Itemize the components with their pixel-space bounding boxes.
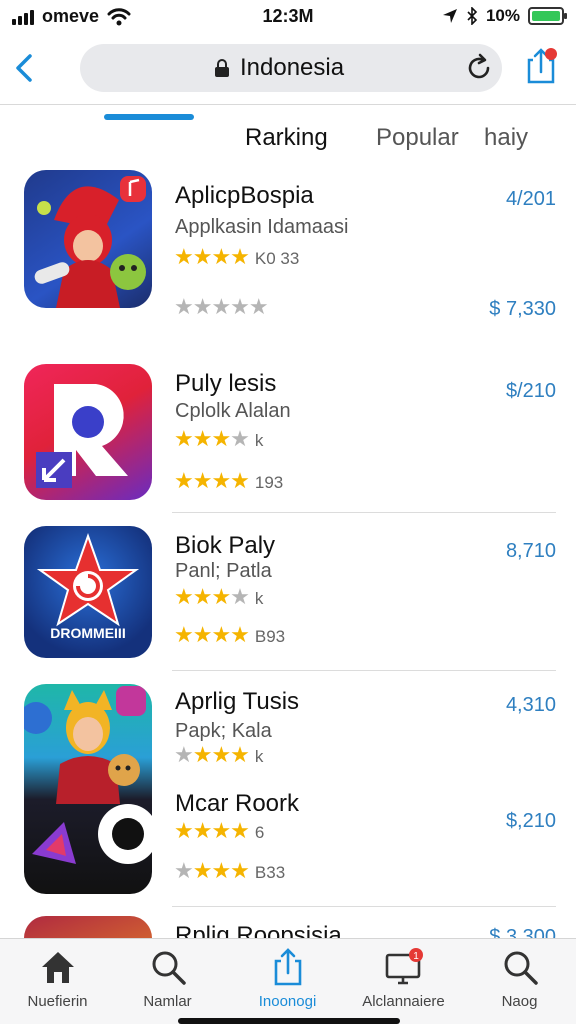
rating-stars: ★★★★ 6 xyxy=(174,818,265,843)
battery-percent: 10% xyxy=(485,6,520,25)
rating-stars: ★★★★ k xyxy=(174,584,264,609)
app-subtitle: Applkasin Idamaasi xyxy=(175,216,349,238)
lock-icon xyxy=(215,59,229,77)
tab-popular[interactable]: Popular xyxy=(376,124,459,152)
app-icon-label: DROMMEIII xyxy=(50,625,125,641)
row-divider xyxy=(172,906,556,907)
row-divider xyxy=(172,670,556,671)
tabbar-item-share[interactable]: Inoonogi xyxy=(230,947,345,1010)
app-subtitle: Cplolk Alalan xyxy=(175,400,291,422)
rating-count: K0 33 xyxy=(254,249,300,268)
rating-stars: ★★★★★ xyxy=(174,294,269,319)
battery-icon xyxy=(528,7,567,25)
rating-count: k xyxy=(254,589,264,608)
app-price: 4/201 xyxy=(505,188,556,210)
tabbar-label: Namlar xyxy=(143,993,192,1010)
app-price-secondary: $ 7,330 xyxy=(489,298,556,320)
rating-count: k xyxy=(254,747,264,766)
rating-stars: ★★★★ B93 xyxy=(174,622,286,647)
app-price: $,210 xyxy=(505,810,556,832)
tab-other[interactable]: haiy xyxy=(484,124,528,152)
app-name: Biok Paly xyxy=(175,532,276,559)
share-icon xyxy=(274,948,301,986)
app-price: $/210 xyxy=(505,380,556,402)
address-search-bar[interactable]: Indonesia xyxy=(80,44,502,92)
home-indicator xyxy=(178,1018,400,1024)
back-chevron-icon[interactable] xyxy=(10,48,40,88)
app-name: Puly lesis xyxy=(175,370,277,397)
header-divider xyxy=(0,104,576,105)
tabbar-label: Alclannaiere xyxy=(362,993,445,1010)
monitor-icon: 1 xyxy=(385,948,423,985)
tabbar-item-search-2[interactable]: Naog xyxy=(462,947,576,1010)
row-divider xyxy=(172,512,556,513)
tabbar-label: Nuefierin xyxy=(27,993,88,1010)
app-icon[interactable]: DROMMEIII xyxy=(24,526,152,658)
rating-count-secondary: B33 xyxy=(254,863,286,882)
navigation-bar: Indonesia xyxy=(0,40,576,100)
tabbar-item-devices[interactable]: 1 Alclannaiere xyxy=(346,947,461,1010)
app-icon[interactable] xyxy=(24,170,152,308)
share-icon[interactable] xyxy=(524,46,558,86)
tabbar-label: Inoonogi xyxy=(258,993,317,1010)
notification-badge: 1 xyxy=(413,951,419,962)
app-name: Mcar Roork xyxy=(175,790,300,817)
location-icon xyxy=(442,9,457,23)
app-price: 8,710 xyxy=(505,540,556,562)
rating-count: k xyxy=(254,431,264,450)
app-icon[interactable] xyxy=(24,364,152,500)
rating-stars: ★★★★ 193 xyxy=(174,468,284,493)
app-subtitle: Panl; Patla xyxy=(175,560,272,582)
tab-ranking[interactable]: Rarking xyxy=(245,124,328,152)
rating-stars: ★★★★ K0 33 xyxy=(174,244,300,269)
rating-stars: ★★★★ k xyxy=(174,426,264,451)
app-icon[interactable] xyxy=(24,684,152,894)
search-text: Indonesia xyxy=(240,54,345,81)
tab-indicator xyxy=(104,114,194,120)
bluetooth-icon xyxy=(467,7,478,25)
app-name: Aprlig Tusis xyxy=(175,688,300,715)
rating-stars: ★★★★ k xyxy=(174,742,264,767)
rating-count-secondary: 193 xyxy=(254,473,284,492)
tabbar-label: Naog xyxy=(501,993,538,1010)
bottom-tab-bar: Nuefierin Namlar Inoonogi 1 Alclannaiere… xyxy=(0,938,576,1024)
rating-count-secondary: B93 xyxy=(254,627,286,646)
tabbar-item-home[interactable]: Nuefierin xyxy=(0,947,115,1010)
reload-icon[interactable] xyxy=(464,53,494,83)
tabbar-item-search[interactable]: Namlar xyxy=(110,947,225,1010)
app-name: AplicpBospia xyxy=(175,182,314,209)
status-bar: omeve 12:3M 10% xyxy=(0,0,576,34)
search-icon xyxy=(504,951,538,985)
rating-count: 6 xyxy=(254,823,265,842)
app-subtitle: Papk; Kala xyxy=(175,720,272,742)
home-icon xyxy=(41,952,74,983)
app-price: 4,310 xyxy=(505,694,556,716)
search-icon xyxy=(152,951,186,985)
rating-stars: ★★★★ B33 xyxy=(174,858,286,883)
